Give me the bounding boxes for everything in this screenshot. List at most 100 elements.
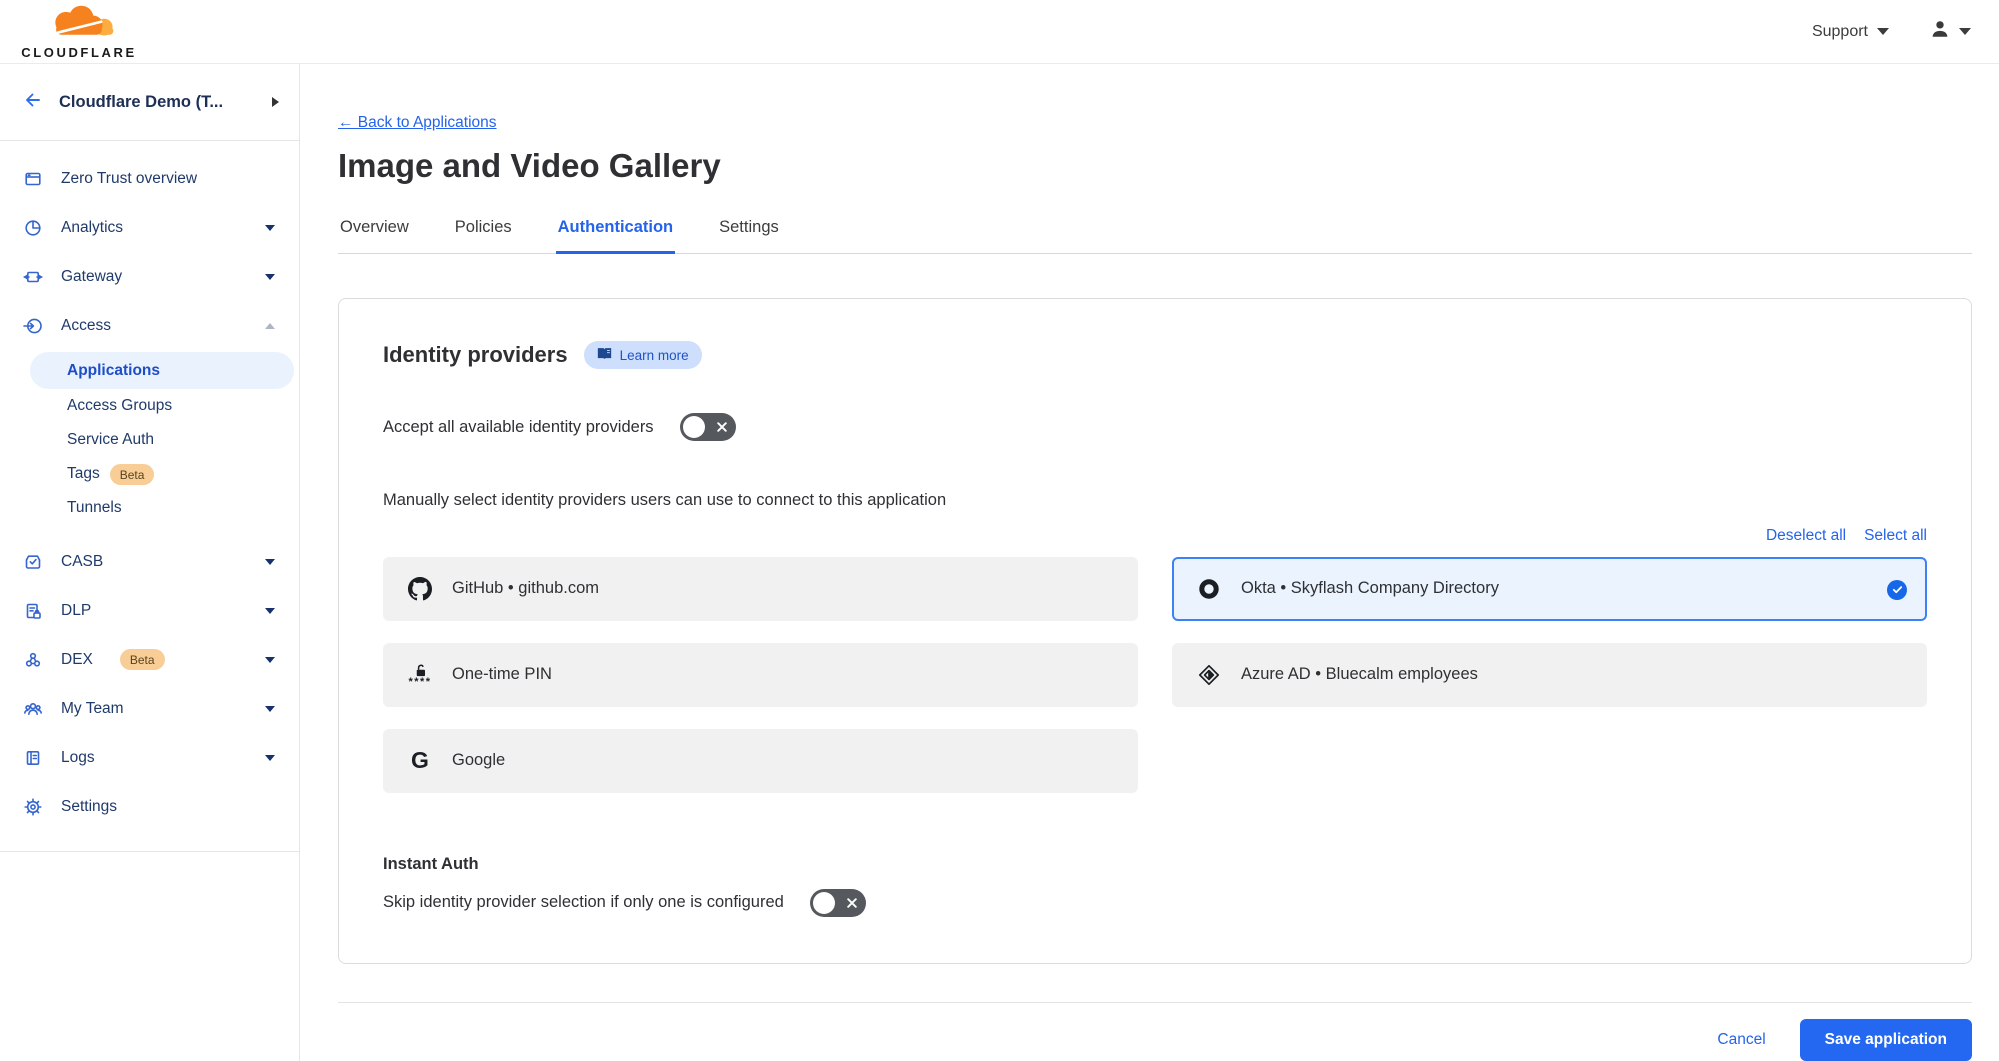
window-icon [22,169,44,189]
chevron-down-icon [265,559,275,565]
provider-card-google[interactable]: G Google [383,729,1138,793]
topbar: CLOUDFLARE Support [0,0,1999,64]
deselect-all-link[interactable]: Deselect all [1766,527,1846,545]
manual-select-text: Manually select identity providers users… [383,491,1927,510]
provider-label: One-time PIN [452,665,552,684]
sidebar-item-gateway[interactable]: Gateway [0,252,299,301]
sidebar-item-label: Tags [67,465,100,483]
chevron-down-icon [1877,28,1889,35]
main-content: ← Back to Applications Image and Video G… [300,64,1999,1061]
toggle-x-icon [717,422,727,432]
sidebar-item-logs[interactable]: Logs [0,733,299,782]
provider-card-one-time-pin[interactable]: **** One-time PIN [383,643,1138,707]
document-lock-icon [22,601,44,621]
back-arrow-icon [22,90,42,115]
sidebar-item-service-auth[interactable]: Service Auth [0,423,299,457]
sidebar-item-tunnels[interactable]: Tunnels [0,491,299,525]
provider-label: GitHub • github.com [452,579,599,598]
identity-providers-card: Identity providers Learn more Accept all… [338,298,1972,964]
access-icon [22,316,44,336]
sidebar-item-zero-trust-overview[interactable]: Zero Trust overview [0,154,299,203]
support-menu[interactable]: Support [1812,23,1889,41]
cloudflare-logo: CLOUDFLARE [14,3,144,60]
sidebar-item-label: Settings [61,798,117,816]
one-time-pin-icon: **** [407,663,433,686]
provider-label: Azure AD • Bluecalm employees [1241,665,1478,684]
tab-authentication[interactable]: Authentication [556,212,676,254]
chevron-right-icon [272,97,279,107]
toggle-knob [813,892,835,914]
cancel-button[interactable]: Cancel [1717,1031,1765,1049]
sidebar-item-label: Applications [67,362,160,380]
brand-text: CLOUDFLARE [21,45,137,60]
pin-mask: **** [408,679,431,686]
sidebar-item-tags[interactable]: Tags Beta [0,457,299,491]
sidebar-item-analytics[interactable]: Analytics [0,203,299,252]
learn-more-button[interactable]: Learn more [584,341,702,369]
save-application-button[interactable]: Save application [1800,1019,1972,1061]
sidebar-item-dlp[interactable]: DLP [0,586,299,635]
user-icon [1929,18,1951,45]
tab-settings[interactable]: Settings [717,212,781,254]
provider-label: Okta • Skyflash Company Directory [1241,579,1499,598]
sidebar-item-label: Logs [61,749,95,767]
selected-check-icon [1887,580,1907,600]
tab-overview[interactable]: Overview [338,212,411,254]
back-to-applications-link[interactable]: ← Back to Applications [338,114,497,132]
tab-bar: Overview Policies Authentication Setting… [338,212,1972,254]
azure-ad-icon [1196,663,1222,687]
user-menu[interactable] [1929,18,1971,45]
chevron-down-icon [265,657,275,663]
sidebar-item-access-groups[interactable]: Access Groups [0,389,299,423]
sidebar-item-label: Access Groups [67,397,172,415]
provider-card-azure-ad[interactable]: Azure AD • Bluecalm employees [1172,643,1927,707]
cloudflare-cloud-icon [37,3,121,44]
gear-icon [22,797,44,817]
beta-badge: Beta [120,649,165,670]
select-all-link[interactable]: Select all [1864,527,1927,545]
page-title: Image and Video Gallery [338,147,1972,185]
accept-all-label: Accept all available identity providers [383,418,654,437]
instant-auth-label: Skip identity provider selection if only… [383,893,784,912]
provider-grid: GitHub • github.com Okta • Skyflash Comp… [383,557,1927,793]
card-heading: Identity providers [383,342,568,368]
sidebar-item-settings[interactable]: Settings [0,782,299,831]
support-label: Support [1812,23,1868,41]
chevron-down-icon [265,225,275,231]
book-icon [597,347,612,363]
sidebar-item-label: Service Auth [67,431,154,449]
sidebar-nav: Zero Trust overview Analytics [0,141,299,852]
github-icon [407,577,433,601]
sidebar-item-my-team[interactable]: My Team [0,684,299,733]
chevron-up-icon [265,323,275,329]
chevron-down-icon [265,274,275,280]
pie-chart-icon [22,218,44,238]
instant-auth-toggle[interactable] [810,889,866,917]
sidebar-item-applications[interactable]: Applications [30,352,294,389]
account-switcher[interactable]: Cloudflare Demo (T... [0,64,299,141]
beta-badge: Beta [110,464,155,485]
chevron-down-icon [265,755,275,761]
sidebar-item-label: Access [61,317,111,335]
provider-card-okta[interactable]: Okta • Skyflash Company Directory [1172,557,1927,621]
sidebar-item-label: CASB [61,553,103,571]
provider-card-github[interactable]: GitHub • github.com [383,557,1138,621]
sidebar-item-casb[interactable]: CASB [0,537,299,586]
account-title: Cloudflare Demo (T... [59,93,255,112]
toggle-x-icon [847,898,857,908]
sidebar-item-label: Gateway [61,268,122,286]
sidebar-item-dex[interactable]: DEX Beta [0,635,299,684]
sidebar-item-label: My Team [61,700,124,718]
sidebar-item-label: Tunnels [67,499,122,517]
accept-all-toggle[interactable] [680,413,736,441]
sidebar: Cloudflare Demo (T... Zero Trust overvie… [0,64,300,1061]
instant-auth-heading: Instant Auth [383,855,1927,874]
sidebar-item-label: DLP [61,602,91,620]
chevron-down-icon [265,706,275,712]
sidebar-divider [0,851,299,852]
toggle-knob [683,416,705,438]
tab-policies[interactable]: Policies [453,212,514,254]
provider-label: Google [452,751,505,770]
sidebar-item-access[interactable]: Access [0,301,299,350]
gateway-icon [22,267,44,287]
